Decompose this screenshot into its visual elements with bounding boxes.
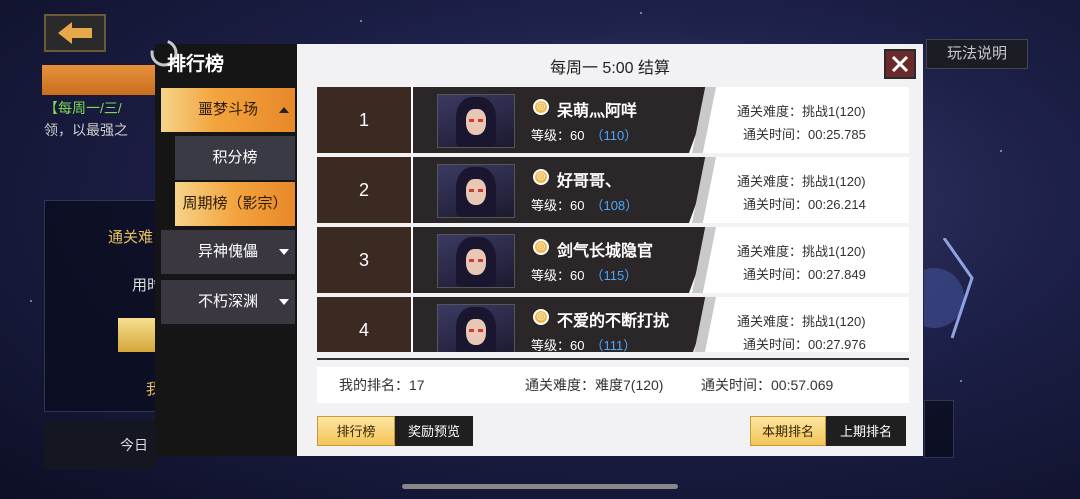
- player-name: 不爱的不断打扰: [557, 313, 670, 330]
- sidebar-item-puppet[interactable]: 异神傀儡: [161, 230, 295, 274]
- sidebar-title: 排行榜: [167, 54, 225, 75]
- help-tab[interactable]: 玩法说明: [926, 39, 1028, 69]
- avatar: [437, 234, 515, 288]
- clear-time: 通关时间：00:27.976: [743, 337, 866, 352]
- bg-banner: [42, 65, 162, 95]
- rank-number: 3: [317, 227, 411, 293]
- player-level: 等级：60 （115）: [531, 268, 638, 283]
- rewards-preview-button[interactable]: 奖励预览: [395, 416, 473, 446]
- rank-number: 4: [317, 297, 411, 352]
- home-indicator[interactable]: [402, 484, 678, 489]
- sidebar-item-abyss[interactable]: 不朽深渊: [161, 280, 295, 324]
- my-ranking-bar: 我的排名：17 通关难度：难度7(120) 通关时间：00:57.069: [317, 367, 909, 403]
- player-info: ◎ 剑气长城隐官 等级：60 （115）: [413, 227, 713, 293]
- clear-time: 通关时间：00:25.785: [743, 127, 866, 142]
- player-info: ◎ 不爱的不断打扰 等级：60 （111）: [413, 297, 713, 352]
- bg-bottom-label: 今日: [44, 420, 156, 470]
- close-icon: [892, 56, 908, 72]
- bg-crystal-icon: [924, 238, 974, 339]
- sidebar-item-label: 不朽深渊: [197, 293, 258, 310]
- sidebar-item-period-board[interactable]: 周期榜（影宗）: [175, 182, 295, 226]
- ranking-row[interactable]: 1 ◎ 呆萌灬阿咩 等级：60 （110） 通关难度：挑战1(120) 通关时间：…: [317, 87, 909, 153]
- player-info: ◎ 好哥哥、 等级：60 （108）: [413, 157, 713, 223]
- bg-description: 【每周一/三/ 领，以最强之: [44, 100, 128, 138]
- player-level: 等级：60 （111）: [531, 338, 637, 352]
- avatar: [437, 304, 515, 352]
- bg-gold-block: [118, 318, 158, 352]
- rank-number: 2: [317, 157, 411, 223]
- sect-icon: ◎: [533, 99, 549, 115]
- ranking-row[interactable]: 3 ◎ 剑气长城隐官 等级：60 （115） 通关难度：挑战1(120) 通关时间…: [317, 227, 909, 293]
- last-period-ranking-button[interactable]: 上期排名: [826, 416, 906, 446]
- player-level: 等级：60 （110）: [531, 128, 638, 143]
- sect-icon: ◎: [533, 239, 549, 255]
- sidebar-item-points-board[interactable]: 积分榜: [175, 136, 295, 180]
- list-divider: [317, 358, 909, 360]
- bg-label-1: 通关难: [108, 229, 154, 246]
- clear-difficulty: 通关难度：挑战1(120): [737, 174, 866, 189]
- player-name: 好哥哥、: [557, 173, 622, 190]
- player-info: ◎ 呆萌灬阿咩 等级：60 （110）: [413, 87, 713, 153]
- expand-arrow-icon: [279, 299, 289, 305]
- leaderboard-sidebar: 排行榜 噩梦斗场 积分榜 周期榜（影宗） 异神傀儡 不朽深渊: [150, 39, 297, 456]
- back-button[interactable]: [44, 14, 106, 52]
- player-level: 等级：60 （108）: [531, 198, 639, 213]
- settlement-title: 每周一 5:00 结算: [549, 60, 671, 77]
- collapse-arrow-icon: [279, 107, 289, 113]
- sidebar-item-nightmare-arena[interactable]: 噩梦斗场: [161, 88, 295, 132]
- rank-number: 1: [317, 87, 411, 153]
- ranking-row[interactable]: 2 ◎ 好哥哥、 等级：60 （108） 通关难度：挑战1(120) 通关时间：0…: [317, 157, 909, 223]
- sidebar-item-label: 周期榜（影宗）: [182, 195, 288, 212]
- leaderboard-tab-button[interactable]: 排行榜: [317, 416, 395, 446]
- clear-difficulty: 通关难度：挑战1(120): [737, 104, 866, 119]
- player-name: 剑气长城隐官: [557, 243, 654, 260]
- clear-difficulty: 通关难度：挑战1(120): [737, 244, 866, 259]
- player-name: 呆萌灬阿咩: [557, 103, 638, 120]
- ranking-list[interactable]: 1 ◎ 呆萌灬阿咩 等级：60 （110） 通关难度：挑战1(120) 通关时间：…: [317, 87, 909, 352]
- this-period-ranking-button[interactable]: 本期排名: [750, 416, 826, 446]
- my-difficulty: 通关难度：难度7(120): [525, 377, 664, 393]
- back-arrow-icon: [58, 22, 92, 44]
- clear-time: 通关时间：00:27.849: [743, 267, 866, 282]
- sidebar-item-label: 异神傀儡: [197, 243, 258, 260]
- sidebar-item-label: 积分榜: [212, 149, 258, 166]
- leaderboard-panel: 每周一 5:00 结算 1 ◎ 呆萌灬阿咩 等级：60 （110） 通关难度：挑战…: [297, 44, 923, 456]
- expand-arrow-icon: [279, 249, 289, 255]
- bg-panel-right: [924, 400, 954, 458]
- avatar: [437, 94, 515, 148]
- sidebar-header: 排行榜: [150, 39, 297, 86]
- clear-difficulty: 通关难度：挑战1(120): [737, 314, 866, 329]
- my-rank: 我的排名：17: [339, 377, 425, 393]
- sect-icon: ◎: [533, 169, 549, 185]
- ranking-row[interactable]: 4 ◎ 不爱的不断打扰 等级：60 （111） 通关难度：挑战1(120) 通关时…: [317, 297, 909, 352]
- sect-icon: ◎: [533, 309, 549, 325]
- sidebar-item-label: 噩梦斗场: [197, 101, 258, 118]
- my-time: 通关时间：00:57.069: [701, 377, 834, 393]
- avatar: [437, 164, 515, 218]
- close-button[interactable]: [884, 49, 916, 79]
- clear-time: 通关时间：00:26.214: [743, 197, 866, 212]
